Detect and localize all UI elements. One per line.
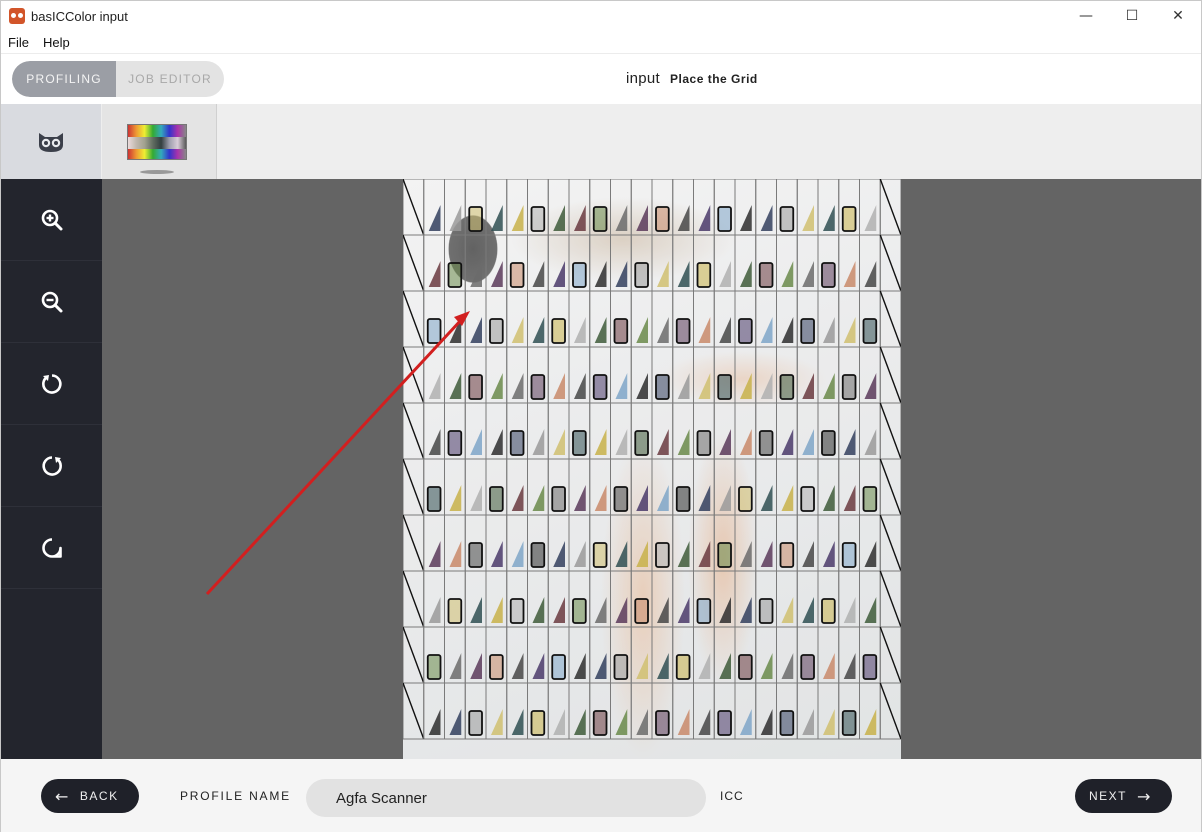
close-button[interactable]: ✕ bbox=[1155, 1, 1201, 31]
window-controls: — ☐ ✕ bbox=[1063, 1, 1201, 31]
step-label: Place the Grid bbox=[670, 72, 758, 86]
reset-view-icon bbox=[41, 537, 62, 558]
profile-name-input[interactable] bbox=[306, 779, 706, 817]
next-label: NEXT bbox=[1089, 789, 1128, 803]
back-button[interactable]: ← BACK bbox=[41, 779, 139, 813]
owl-icon bbox=[39, 132, 63, 152]
zoom-in-icon bbox=[41, 209, 62, 230]
app-logo-icon bbox=[9, 8, 25, 24]
arrow-left-icon: ← bbox=[55, 786, 70, 806]
tab-job-editor[interactable]: JOB EDITOR bbox=[116, 61, 224, 97]
menu-help[interactable]: Help bbox=[36, 35, 77, 50]
reset-view-button[interactable] bbox=[1, 507, 102, 589]
rotate-left-icon bbox=[41, 373, 62, 394]
next-button[interactable]: NEXT → bbox=[1075, 779, 1172, 813]
footer-bar: ← BACK PROFILE NAME ICC NEXT → bbox=[1, 759, 1201, 832]
arrow-right-icon: → bbox=[1137, 786, 1152, 806]
zoom-out-icon bbox=[41, 291, 62, 312]
thumbnail-strip bbox=[1, 104, 1201, 179]
header-bar: PROFILING JOB EDITOR input Place the Gri… bbox=[1, 53, 1201, 104]
maximize-button[interactable]: ☐ bbox=[1109, 1, 1155, 31]
zoom-in-button[interactable] bbox=[1, 179, 102, 261]
color-target-thumbnail-icon bbox=[127, 124, 187, 160]
thumbnail-owl[interactable] bbox=[1, 104, 101, 179]
menu-bar: File Help bbox=[1, 31, 1201, 53]
tab-profiling[interactable]: PROFILING bbox=[12, 61, 116, 97]
window-title: basICColor input bbox=[31, 8, 128, 24]
rotate-right-button[interactable] bbox=[1, 425, 102, 507]
app-label: input bbox=[626, 70, 661, 87]
rotate-right-icon bbox=[41, 455, 62, 476]
annotation-arrow bbox=[205, 311, 470, 596]
profile-name-label: PROFILE NAME bbox=[180, 789, 291, 803]
title-bar: basICColor input — ☐ ✕ bbox=[1, 1, 1201, 31]
zoom-out-button[interactable] bbox=[1, 261, 102, 343]
back-label: BACK bbox=[79, 789, 119, 803]
minimize-button[interactable]: — bbox=[1063, 1, 1109, 31]
rotate-left-button[interactable] bbox=[1, 343, 102, 425]
file-extension-label: ICC bbox=[720, 789, 744, 803]
tool-panel bbox=[1, 179, 102, 759]
menu-file[interactable]: File bbox=[1, 35, 36, 50]
app-window: basICColor input — ☐ ✕ File Help PROFILI… bbox=[0, 0, 1202, 832]
thumbnail-color-target[interactable] bbox=[102, 104, 217, 179]
image-canvas[interactable] bbox=[102, 179, 1201, 759]
step-title: input Place the Grid bbox=[626, 70, 758, 87]
mode-switch: PROFILING JOB EDITOR bbox=[12, 61, 224, 97]
thumbnail-shadow bbox=[140, 170, 174, 174]
